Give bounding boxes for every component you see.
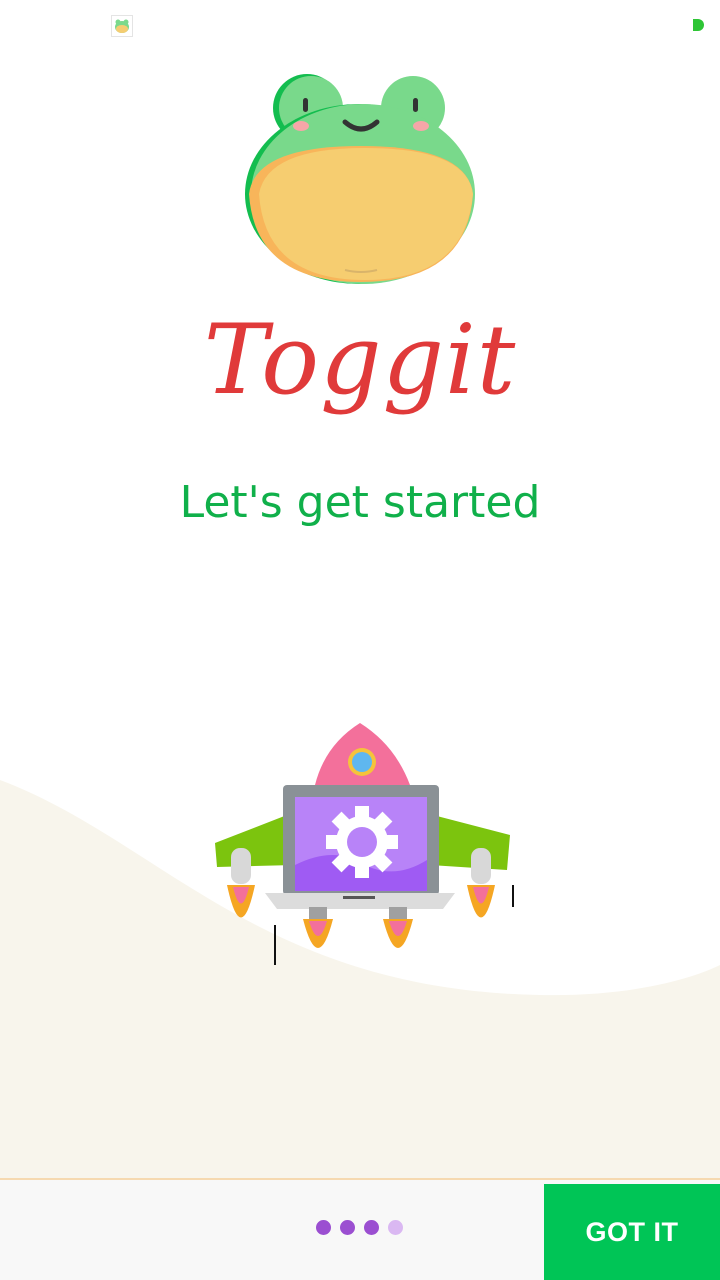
laptop-rocket-illustration: [205, 715, 525, 975]
app-wordmark: Toggit: [203, 304, 517, 416]
status-bar: [0, 0, 720, 50]
page-dot-2[interactable]: [340, 1220, 355, 1235]
onboarding-title: Let's get started: [179, 477, 541, 528]
page-dot-4-current[interactable]: [388, 1220, 403, 1235]
page-dot-1[interactable]: [316, 1220, 331, 1235]
got-it-button[interactable]: GOT IT: [544, 1184, 720, 1280]
green-status-dot-icon: [692, 17, 704, 31]
frog-logo-icon: [245, 74, 477, 286]
page-indicator: [316, 1220, 403, 1236]
toggit-app-icon: [111, 15, 133, 37]
page-dot-3[interactable]: [364, 1220, 379, 1235]
